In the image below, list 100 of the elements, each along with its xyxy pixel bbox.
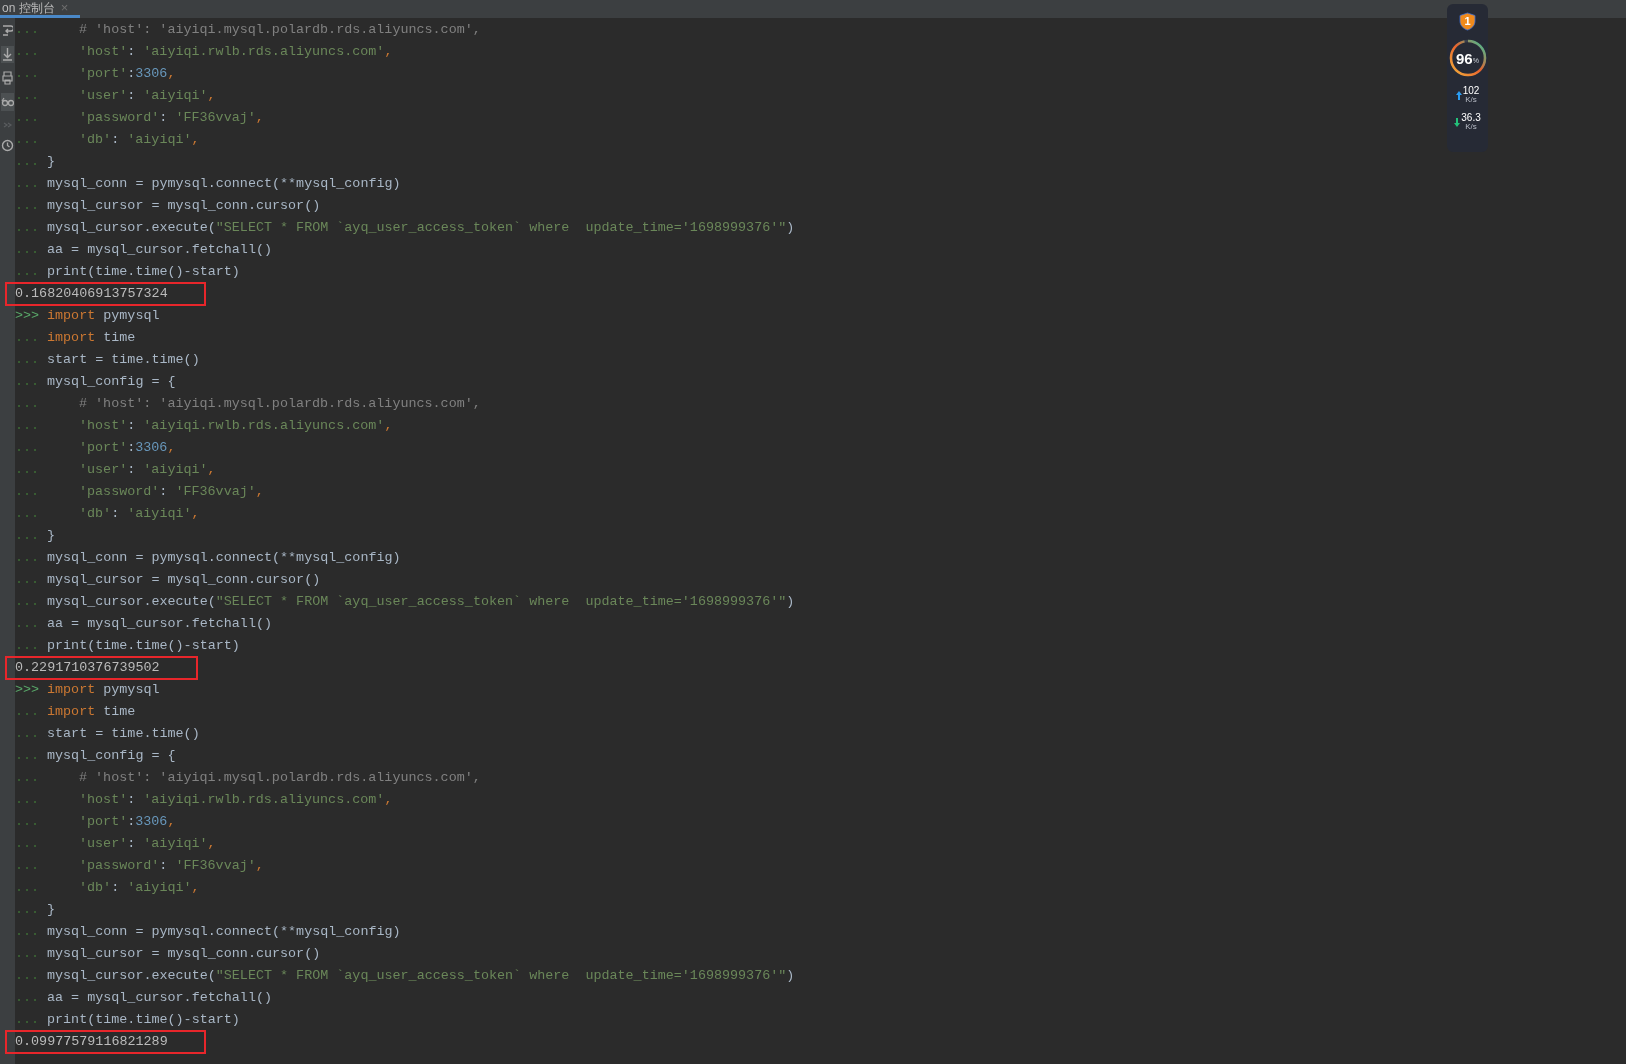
code-line: mysql_cursor.execute("SELECT * FROM `ayq_user_access_token` where update_time='1698999376'") — [47, 592, 795, 611]
code-line: print(time.time()-start) — [47, 1010, 240, 1029]
console-prompt: ... — [15, 504, 41, 523]
console-prompt: ... — [15, 812, 41, 831]
console-prompt: ... — [15, 834, 41, 853]
console-prompt: ... — [15, 394, 41, 413]
code-line: print(time.time()-start) — [47, 636, 240, 655]
console-prompt: ... — [15, 878, 41, 897]
console-prompt: ... — [15, 20, 41, 39]
code-line: print(time.time()-start) — [47, 262, 240, 281]
code-line: mysql_cursor = mysql_conn.cursor() — [47, 944, 321, 963]
console-prompt: ... — [15, 372, 41, 391]
console-prompt: ... — [15, 438, 41, 457]
console-prompt: ... — [15, 966, 41, 985]
code-line: 'password': 'FF36vvaj', — [78, 482, 264, 501]
scroll-to-end-icon[interactable] — [1, 46, 14, 63]
console-prompt: ... — [15, 174, 41, 193]
console-prompt: ... — [15, 416, 41, 435]
code-line: mysql_cursor = mysql_conn.cursor() — [47, 196, 321, 215]
code-line: 'port':3306, — [78, 438, 176, 457]
console-prompt: ... — [15, 922, 41, 941]
alert-count: 1 — [1464, 16, 1471, 27]
console-prompt: ... — [15, 614, 41, 633]
console-prompt: ... — [15, 262, 41, 281]
console-prompt: ... — [15, 548, 41, 567]
code-line: mysql_config = { — [47, 372, 176, 391]
console-prompt: ... — [15, 108, 41, 127]
code-line: # 'host': 'aiyiqi.mysql.polardb.rds.aliyuncs.com', — [78, 20, 481, 39]
output-value: 0.09977579116821289 — [5, 1030, 206, 1054]
console-prompt: ... — [15, 240, 41, 259]
console-prompt: ... — [15, 130, 41, 149]
upload-unit: K/s — [1465, 96, 1477, 104]
console-prompt: ... — [15, 944, 41, 963]
print-icon[interactable] — [2, 71, 13, 85]
console-prompt: ... — [15, 746, 41, 765]
code-line: import pymysql — [47, 680, 160, 699]
clock-icon[interactable] — [1, 139, 14, 152]
console-prompt: >>> — [15, 680, 41, 699]
upload-speed: 102 — [1462, 86, 1480, 96]
console-prompt: ... — [15, 42, 41, 61]
code-line: aa = mysql_cursor.fetchall() — [47, 614, 272, 633]
console-prompt: ... — [15, 856, 41, 875]
console-prompt: ... — [15, 900, 41, 919]
output-value: 0.16820406913757324 — [5, 282, 206, 306]
download-arrow-icon — [1454, 117, 1461, 127]
code-line: 'host': 'aiyiqi.rwlb.rds.aliyuncs.com', — [78, 42, 393, 61]
console-prompt: ... — [15, 570, 41, 589]
code-line: aa = mysql_cursor.fetchall() — [47, 240, 272, 259]
code-line: 'host': 'aiyiqi.rwlb.rds.aliyuncs.com', — [78, 790, 393, 809]
code-line: aa = mysql_cursor.fetchall() — [47, 988, 272, 1007]
code-line: # 'host': 'aiyiqi.mysql.polardb.rds.aliyuncs.com', — [78, 394, 481, 413]
console-prompt: ... — [15, 790, 41, 809]
code-line: 'password': 'FF36vvaj', — [78, 856, 264, 875]
code-line: mysql_conn = pymysql.connect(**mysql_config) — [47, 922, 401, 941]
console-prompt: ... — [15, 988, 41, 1007]
console-prompt: >>> — [15, 306, 41, 325]
code-line: import time — [47, 328, 136, 347]
download-unit: K/s — [1465, 123, 1477, 131]
console-prompt: ... — [15, 86, 41, 105]
shield-icon — [1459, 12, 1476, 31]
upload-arrow-icon — [1455, 90, 1462, 100]
output-value: 0.2291710376739502 — [5, 656, 198, 680]
code-line: mysql_config = { — [47, 746, 176, 765]
code-line: 'user': 'aiyiqi', — [78, 834, 216, 853]
console-prompt: ... — [15, 350, 41, 369]
code-line: mysql_cursor.execute("SELECT * FROM `ayq_user_access_token` where update_time='1698999376'") — [47, 966, 795, 985]
code-line: 'db': 'aiyiqi', — [78, 504, 200, 523]
usage-percent: 96 — [1456, 50, 1473, 66]
console-prompt: ... — [15, 152, 41, 171]
code-line: 'password': 'FF36vvaj', — [78, 108, 264, 127]
console-prompt: ... — [15, 482, 41, 501]
code-line: 'port':3306, — [78, 812, 176, 831]
console-prompt: ... — [15, 768, 41, 787]
console-prompt: ... — [15, 592, 41, 611]
soft-wrap-icon[interactable] — [2, 24, 13, 38]
code-line: 'db': 'aiyiqi', — [78, 878, 200, 897]
download-speed: 36.3 — [1461, 113, 1481, 123]
code-line: start = time.time() — [47, 350, 200, 369]
code-line: mysql_cursor = mysql_conn.cursor() — [47, 570, 321, 589]
code-line: 'port':3306, — [78, 64, 176, 83]
console-prompt: ... — [15, 526, 41, 545]
code-line: 'user': 'aiyiqi', — [78, 86, 216, 105]
console-prompt: ... — [15, 702, 41, 721]
code-line: # 'host': 'aiyiqi.mysql.polardb.rds.aliyuncs.com', — [78, 768, 481, 787]
code-line: } — [47, 526, 56, 545]
code-line: mysql_conn = pymysql.connect(**mysql_config) — [47, 174, 401, 193]
code-line: start = time.time() — [47, 724, 200, 743]
console-prompt: ... — [15, 196, 41, 215]
code-line: mysql_conn = pymysql.connect(**mysql_config) — [47, 548, 401, 567]
console-prompt: ... — [15, 1010, 41, 1029]
console-prompt: ... — [15, 724, 41, 743]
code-line: 'user': 'aiyiqi', — [78, 460, 216, 479]
console-prompt: ... — [15, 636, 41, 655]
code-line: import time — [47, 702, 136, 721]
glasses-icon[interactable] — [1, 93, 14, 111]
code-line: 'host': 'aiyiqi.rwlb.rds.aliyuncs.com', — [78, 416, 393, 435]
code-line: } — [47, 152, 56, 171]
code-line: 'db': 'aiyiqi', — [78, 130, 200, 149]
console-prompt: ... — [15, 64, 41, 83]
code-line: import pymysql — [47, 306, 160, 325]
